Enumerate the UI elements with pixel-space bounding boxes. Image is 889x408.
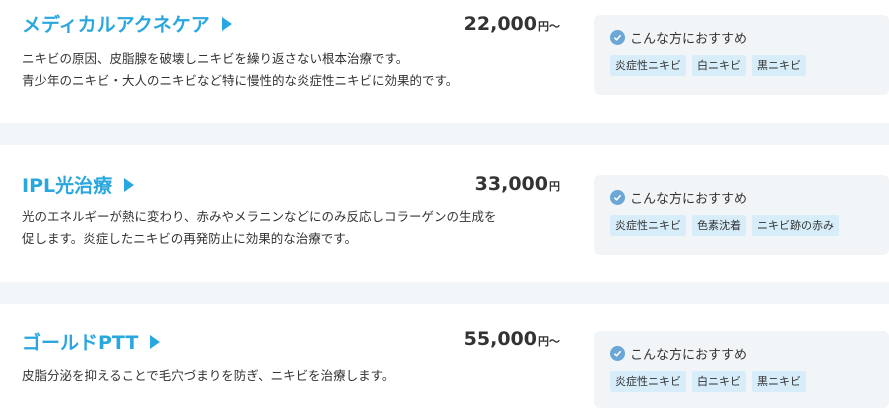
tag: 黒ニキビ [752, 371, 806, 392]
recommended-heading: こんな方におすすめ [610, 188, 747, 207]
recommended-box: こんな方におすすめ 炎症性ニキビ 白ニキビ 黒ニキビ [594, 331, 889, 408]
description-line: 皮脂分泌を抑えることで毛穴づまりを防ぎ、ニキビを治療します。 [22, 368, 395, 383]
check-circle-icon [610, 30, 625, 45]
tag: 炎症性ニキビ [610, 55, 686, 76]
recommended-heading: こんな方におすすめ [610, 28, 747, 47]
treatment-name-link[interactable]: ゴールドPTT [22, 328, 161, 355]
treatment-price: 55,000 円～ [464, 328, 560, 350]
play-arrow-icon [150, 334, 161, 349]
price-unit: 円 [549, 180, 560, 193]
treatment-name: IPL光治療 [22, 175, 113, 197]
treatment-card-gold-ptt: ゴールドPTT 55,000 円～ 皮脂分泌を抑えることで毛穴づまりを防ぎ、ニキ… [0, 304, 889, 408]
description-line: 光のエネルギーが熱に変わり、赤みやメラニンなどにのみ反応しコラーゲンの生成を [22, 209, 497, 224]
recommended-heading: こんな方におすすめ [610, 344, 747, 363]
price-value: 55,000 [463, 328, 537, 350]
tag-list: 炎症性ニキビ 色素沈着 ニキビ跡の赤み [610, 215, 839, 236]
description-line: 促します。炎症したニキビの再発防止に効果的な治療です。 [22, 231, 358, 246]
section-divider [0, 282, 889, 304]
check-circle-icon [610, 346, 625, 361]
description-line: 青少年のニキビ・大人のニキビなど特に慢性的な炎症性ニキビに効果的です。 [22, 73, 459, 88]
price-unit: 円～ [538, 335, 560, 348]
treatment-price: 33,000 円 [475, 173, 560, 195]
tag: 白ニキビ [692, 55, 746, 76]
price-unit: 円～ [538, 20, 560, 33]
recommended-box: こんな方におすすめ 炎症性ニキビ 白ニキビ 黒ニキビ [594, 15, 889, 95]
tag-list: 炎症性ニキビ 白ニキビ 黒ニキビ [610, 371, 806, 392]
treatment-description: 皮脂分泌を抑えることで毛穴づまりを防ぎ、ニキビを治療します。 [22, 365, 567, 387]
tag-list: 炎症性ニキビ 白ニキビ 黒ニキビ [610, 55, 806, 76]
play-arrow-icon [221, 16, 232, 31]
tag: ニキビ跡の赤み [752, 215, 839, 236]
tag: 色素沈着 [692, 215, 746, 236]
treatment-card-medical-acne-care: メディカルアクネケア 22,000 円～ ニキビの原因、皮脂腺を破壊しニキビを繰… [0, 0, 889, 123]
recommended-title: こんな方におすすめ [630, 192, 748, 207]
price-value: 22,000 [463, 13, 537, 35]
price-value: 33,000 [474, 173, 548, 195]
treatment-description: ニキビの原因、皮脂腺を破壊しニキビを繰り返さない根本治療です。 青少年のニキビ・… [22, 48, 567, 92]
tag: 白ニキビ [692, 371, 746, 392]
treatment-name-link[interactable]: IPL光治療 [22, 171, 135, 198]
recommended-box: こんな方におすすめ 炎症性ニキビ 色素沈着 ニキビ跡の赤み [594, 175, 889, 255]
treatment-price: 22,000 円～ [464, 13, 560, 35]
tag: 黒ニキビ [752, 55, 806, 76]
tag: 炎症性ニキビ [610, 371, 686, 392]
check-circle-icon [610, 190, 625, 205]
recommended-title: こんな方におすすめ [630, 348, 748, 363]
tag: 炎症性ニキビ [610, 215, 686, 236]
recommended-title: こんな方におすすめ [630, 32, 748, 47]
play-arrow-icon [124, 177, 135, 192]
treatment-name: メディカルアクネケア [22, 14, 210, 36]
treatment-name-link[interactable]: メディカルアクネケア [22, 10, 232, 37]
section-divider [0, 123, 889, 145]
treatment-description: 光のエネルギーが熱に変わり、赤みやメラニンなどにのみ反応しコラーゲンの生成を 促… [22, 206, 567, 250]
treatment-card-ipl: IPL光治療 33,000 円 光のエネルギーが熱に変わり、赤みやメラニンなどに… [0, 145, 889, 282]
treatment-name: ゴールドPTT [22, 332, 139, 354]
description-line: ニキビの原因、皮脂腺を破壊しニキビを繰り返さない根本治療です。 [22, 51, 409, 66]
